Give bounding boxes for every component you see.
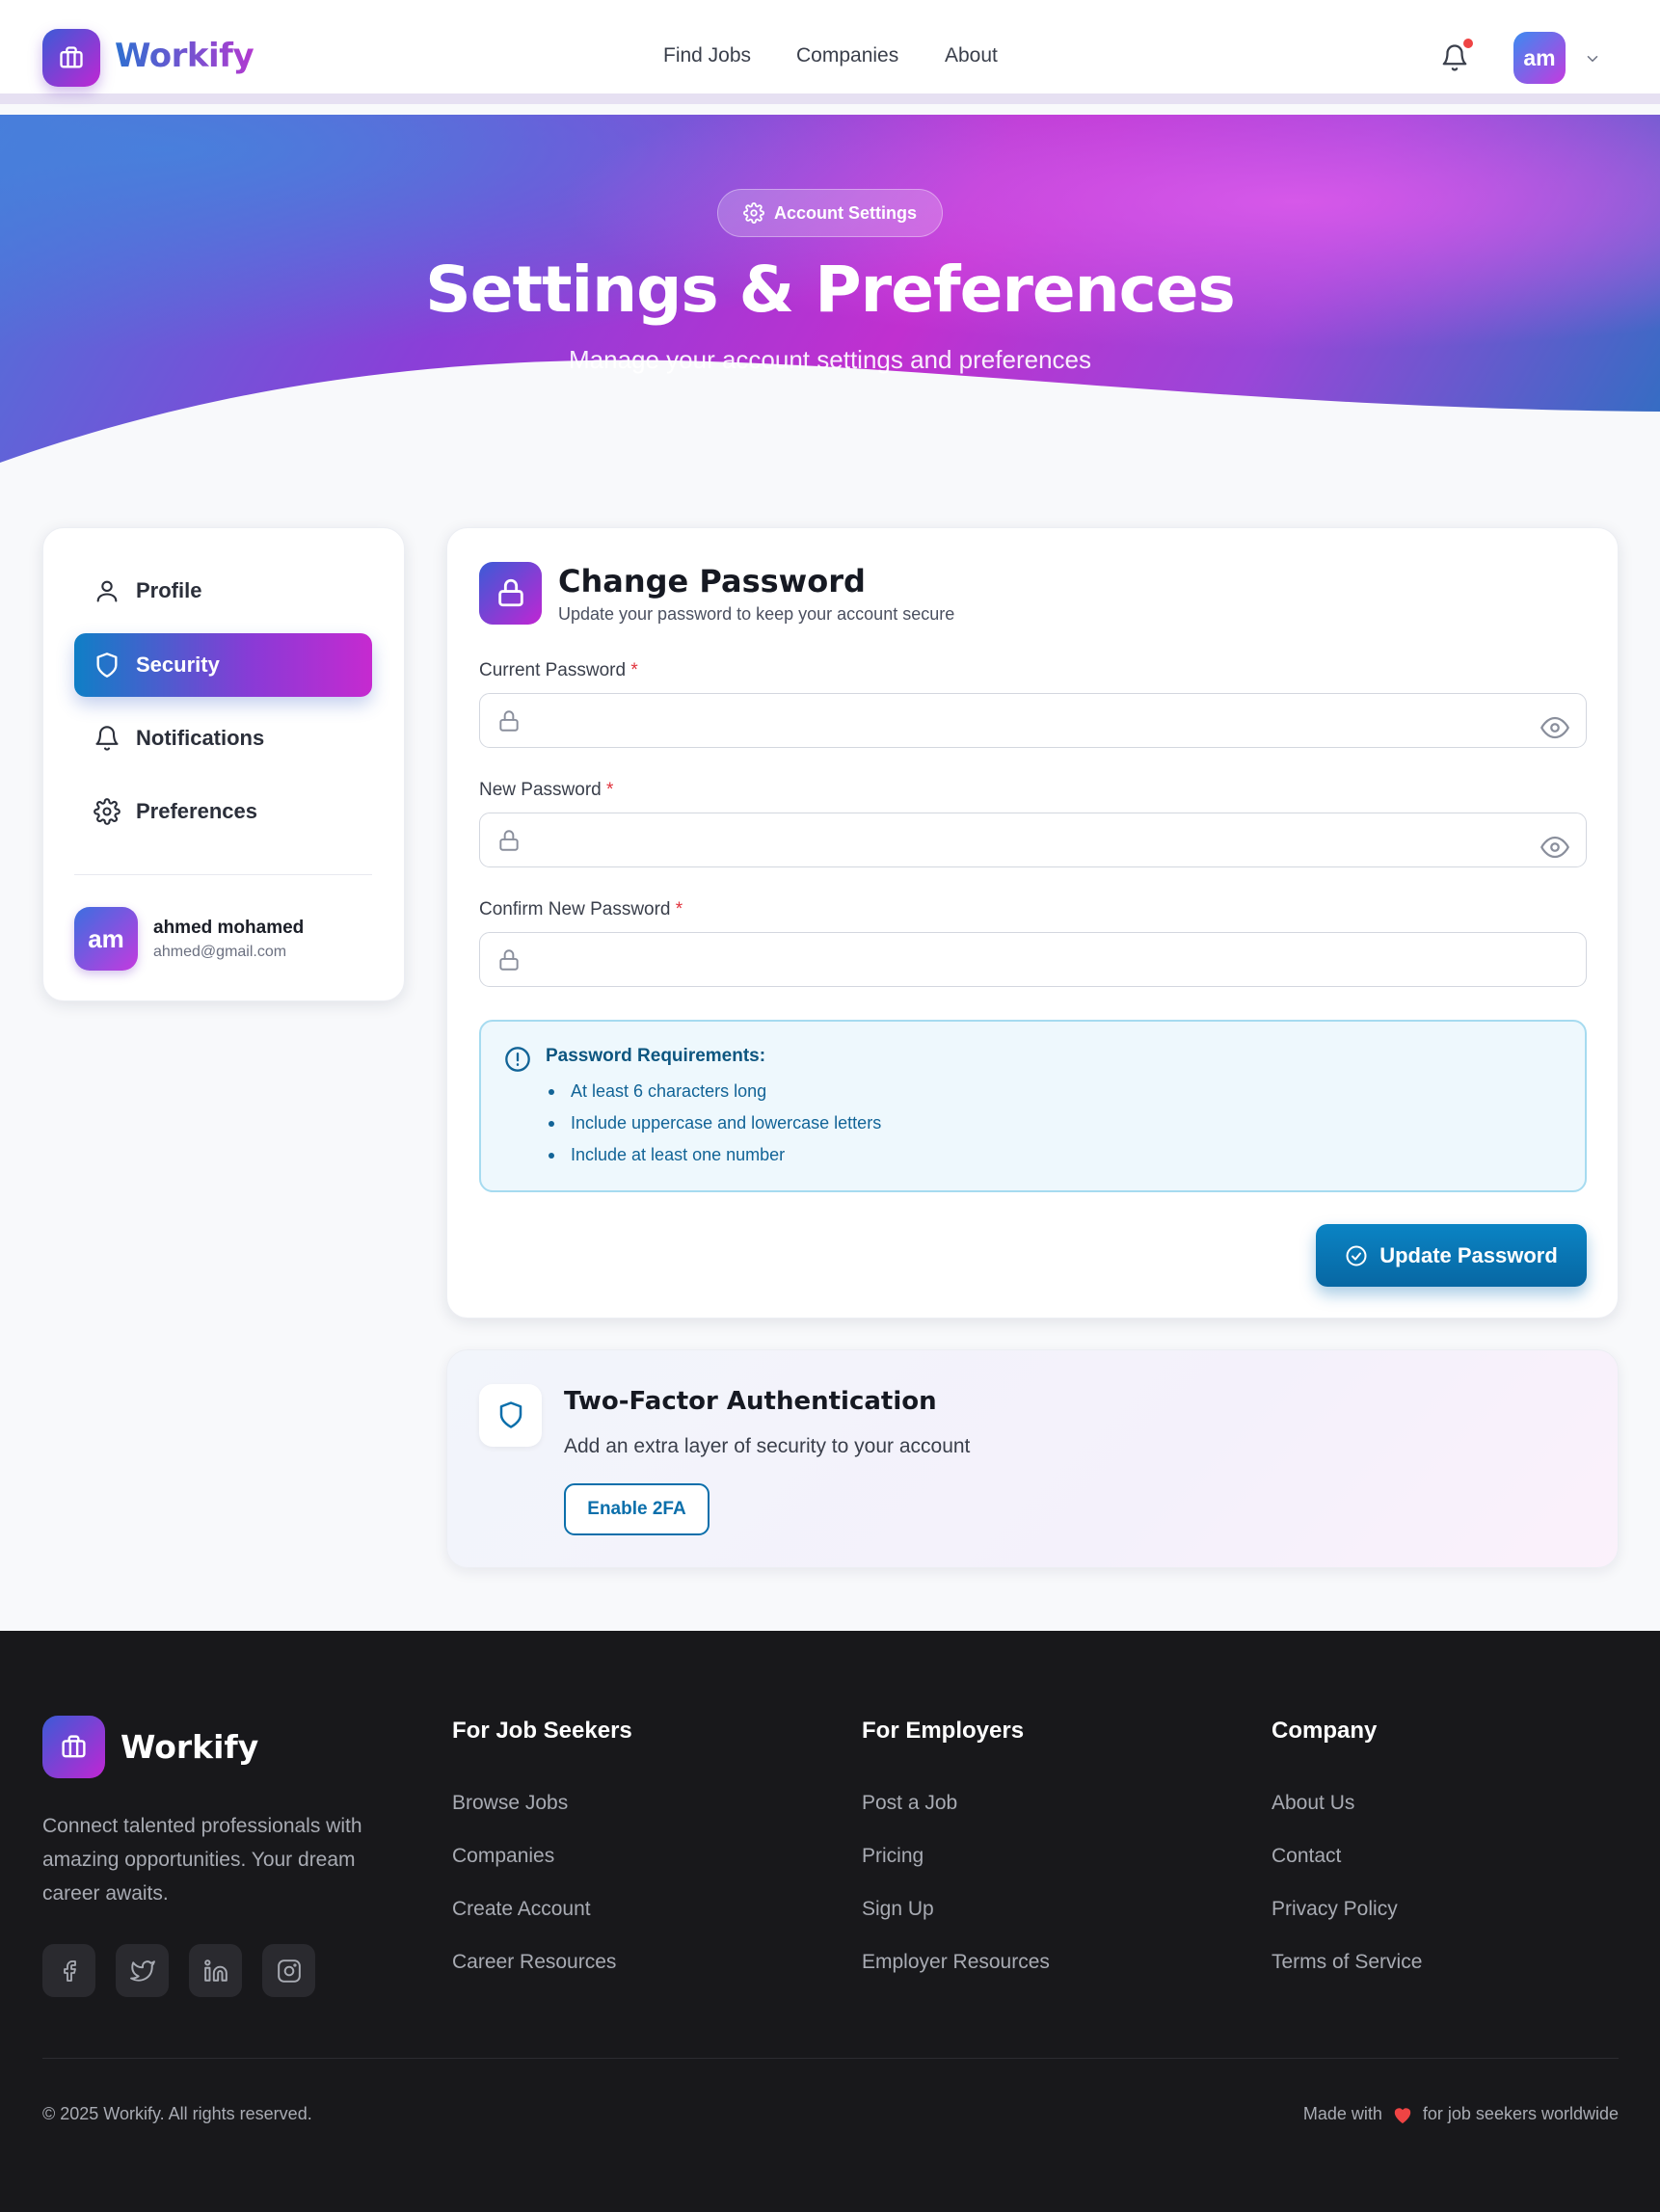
- footer-link[interactable]: Pricing: [862, 1845, 924, 1868]
- footer-col-title: For Job Seekers: [452, 1718, 632, 1744]
- twitter-icon[interactable]: [116, 1944, 169, 1997]
- new-password-input[interactable]: [536, 813, 1500, 866]
- new-password-label: New Password *: [479, 780, 613, 801]
- user-email: ahmed@gmail.com: [153, 944, 287, 960]
- footer-link[interactable]: Sign Up: [862, 1898, 934, 1921]
- made-with-tail: for job seekers worldwide: [1422, 2104, 1619, 2123]
- shield-icon: [74, 652, 136, 679]
- footer-link[interactable]: Post a Job: [862, 1792, 957, 1815]
- eye-icon[interactable]: [1540, 833, 1569, 862]
- logo-icon[interactable]: [42, 29, 100, 87]
- current-password-input[interactable]: [536, 694, 1500, 747]
- logo-icon[interactable]: [42, 1716, 105, 1778]
- list-item: Include uppercase and lowercase letters: [546, 1113, 881, 1145]
- sidebar-item-notifications[interactable]: Notifications: [74, 706, 372, 770]
- requirements-list: At least 6 characters long Include upper…: [546, 1081, 881, 1177]
- footer-divider: [42, 2058, 1619, 2059]
- field-label-text: Confirm New Password: [479, 899, 671, 919]
- footer-description: Connect talented professionals with amaz…: [42, 1815, 362, 1905]
- instagram-icon[interactable]: [262, 1944, 315, 1997]
- two-factor-subtitle: Add an extra layer of security to your a…: [564, 1435, 971, 1457]
- footer-link[interactable]: Employer Resources: [862, 1951, 1050, 1974]
- card-subtitle: Update your password to keep your accoun…: [558, 604, 955, 624]
- notification-dot: [1463, 39, 1473, 48]
- lock-icon: [479, 562, 542, 625]
- footer-link[interactable]: About Us: [1272, 1792, 1354, 1815]
- account-settings-badge: Account Settings: [717, 189, 943, 237]
- info-icon: [504, 1046, 531, 1073]
- gear-icon: [743, 202, 764, 224]
- two-factor-card: Two-Factor Authentication Add an extra l…: [446, 1349, 1619, 1568]
- footer-link[interactable]: Browse Jobs: [452, 1792, 568, 1815]
- eye-icon[interactable]: [1540, 713, 1569, 742]
- bell-icon: [74, 725, 136, 752]
- footer-link[interactable]: Companies: [452, 1845, 554, 1868]
- avatar[interactable]: am: [1513, 32, 1566, 84]
- facebook-icon[interactable]: [42, 1944, 95, 1997]
- button-label: Update Password: [1379, 1242, 1558, 1267]
- footer-link[interactable]: Privacy Policy: [1272, 1898, 1398, 1921]
- footer-link[interactable]: Career Resources: [452, 1951, 616, 1974]
- footer-col-title: Company: [1272, 1718, 1378, 1744]
- change-password-card: Change Password Update your password to …: [446, 527, 1619, 1319]
- nav-companies[interactable]: Companies: [796, 44, 898, 67]
- lock-icon: [496, 708, 522, 733]
- lock-icon: [496, 828, 522, 853]
- footer-link[interactable]: Create Account: [452, 1898, 591, 1921]
- made-with-text: Made with: [1302, 2104, 1382, 2123]
- made-with-note: Made with for job seekers worldwide: [1303, 2104, 1619, 2124]
- badge-label: Account Settings: [773, 202, 917, 223]
- current-password-field[interactable]: [479, 693, 1587, 748]
- site-footer: Workify Connect talented professionals w…: [0, 1631, 1660, 2212]
- required-asterisk: *: [675, 899, 683, 919]
- password-requirements-box: Password Requirements: At least 6 charac…: [479, 1020, 1587, 1192]
- confirm-password-label: Confirm New Password *: [479, 899, 683, 920]
- sidebar-item-label: Preferences: [136, 799, 257, 823]
- sidebar-item-label: Profile: [136, 578, 202, 602]
- settings-sidebar: Profile Security Notifications Preferenc…: [42, 527, 405, 1001]
- footer-link[interactable]: Contact: [1272, 1845, 1341, 1868]
- update-password-button[interactable]: Update Password: [1316, 1224, 1587, 1287]
- new-password-field[interactable]: [479, 813, 1587, 867]
- list-item: Include at least one number: [546, 1145, 881, 1177]
- sidebar-item-profile[interactable]: Profile: [74, 559, 372, 623]
- user-icon: [74, 577, 136, 604]
- top-header: Workify Find Jobs Companies About am: [0, 0, 1660, 104]
- page-subtitle: Manage your account settings and prefere…: [568, 345, 1091, 374]
- copyright: © 2025 Workify. All rights reserved.: [42, 2104, 312, 2123]
- card-title: Change Password: [558, 563, 866, 600]
- required-asterisk: *: [630, 660, 638, 680]
- sidebar-item-label: Notifications: [136, 726, 265, 750]
- confirm-password-input[interactable]: [536, 933, 1500, 986]
- two-factor-title: Two-Factor Authentication: [564, 1387, 937, 1416]
- sidebar-divider: [74, 874, 372, 875]
- gear-icon: [74, 798, 136, 825]
- confirm-password-field[interactable]: [479, 932, 1587, 987]
- list-item: At least 6 characters long: [546, 1081, 881, 1113]
- lock-icon: [496, 947, 522, 973]
- requirements-title: Password Requirements:: [546, 1046, 766, 1066]
- linkedin-icon[interactable]: [189, 1944, 242, 1997]
- footer-col-title: For Employers: [862, 1718, 1025, 1744]
- chevron-down-icon[interactable]: [1584, 50, 1601, 67]
- field-label-text: Current Password: [479, 660, 627, 680]
- field-label-text: New Password: [479, 780, 602, 800]
- heart-icon: [1392, 2105, 1413, 2124]
- current-password-label: Current Password *: [479, 660, 638, 681]
- footer-link[interactable]: Terms of Service: [1272, 1951, 1422, 1974]
- user-name: ahmed mohamed: [153, 918, 305, 938]
- page-title: Settings & Preferences: [425, 253, 1236, 327]
- shield-icon: [479, 1384, 542, 1447]
- nav-about[interactable]: About: [945, 44, 998, 67]
- enable-2fa-button[interactable]: Enable 2FA: [564, 1483, 710, 1535]
- user-avatar: am: [74, 907, 138, 971]
- sidebar-item-security[interactable]: Security: [74, 633, 372, 697]
- sidebar-item-label: Security: [136, 653, 220, 677]
- sidebar-item-preferences[interactable]: Preferences: [74, 780, 372, 843]
- nav-find-jobs[interactable]: Find Jobs: [663, 44, 751, 67]
- check-circle-icon: [1345, 1244, 1368, 1267]
- brand-name[interactable]: Workify: [115, 37, 254, 75]
- footer-brand-name[interactable]: Workify: [120, 1728, 258, 1766]
- required-asterisk: *: [606, 780, 614, 800]
